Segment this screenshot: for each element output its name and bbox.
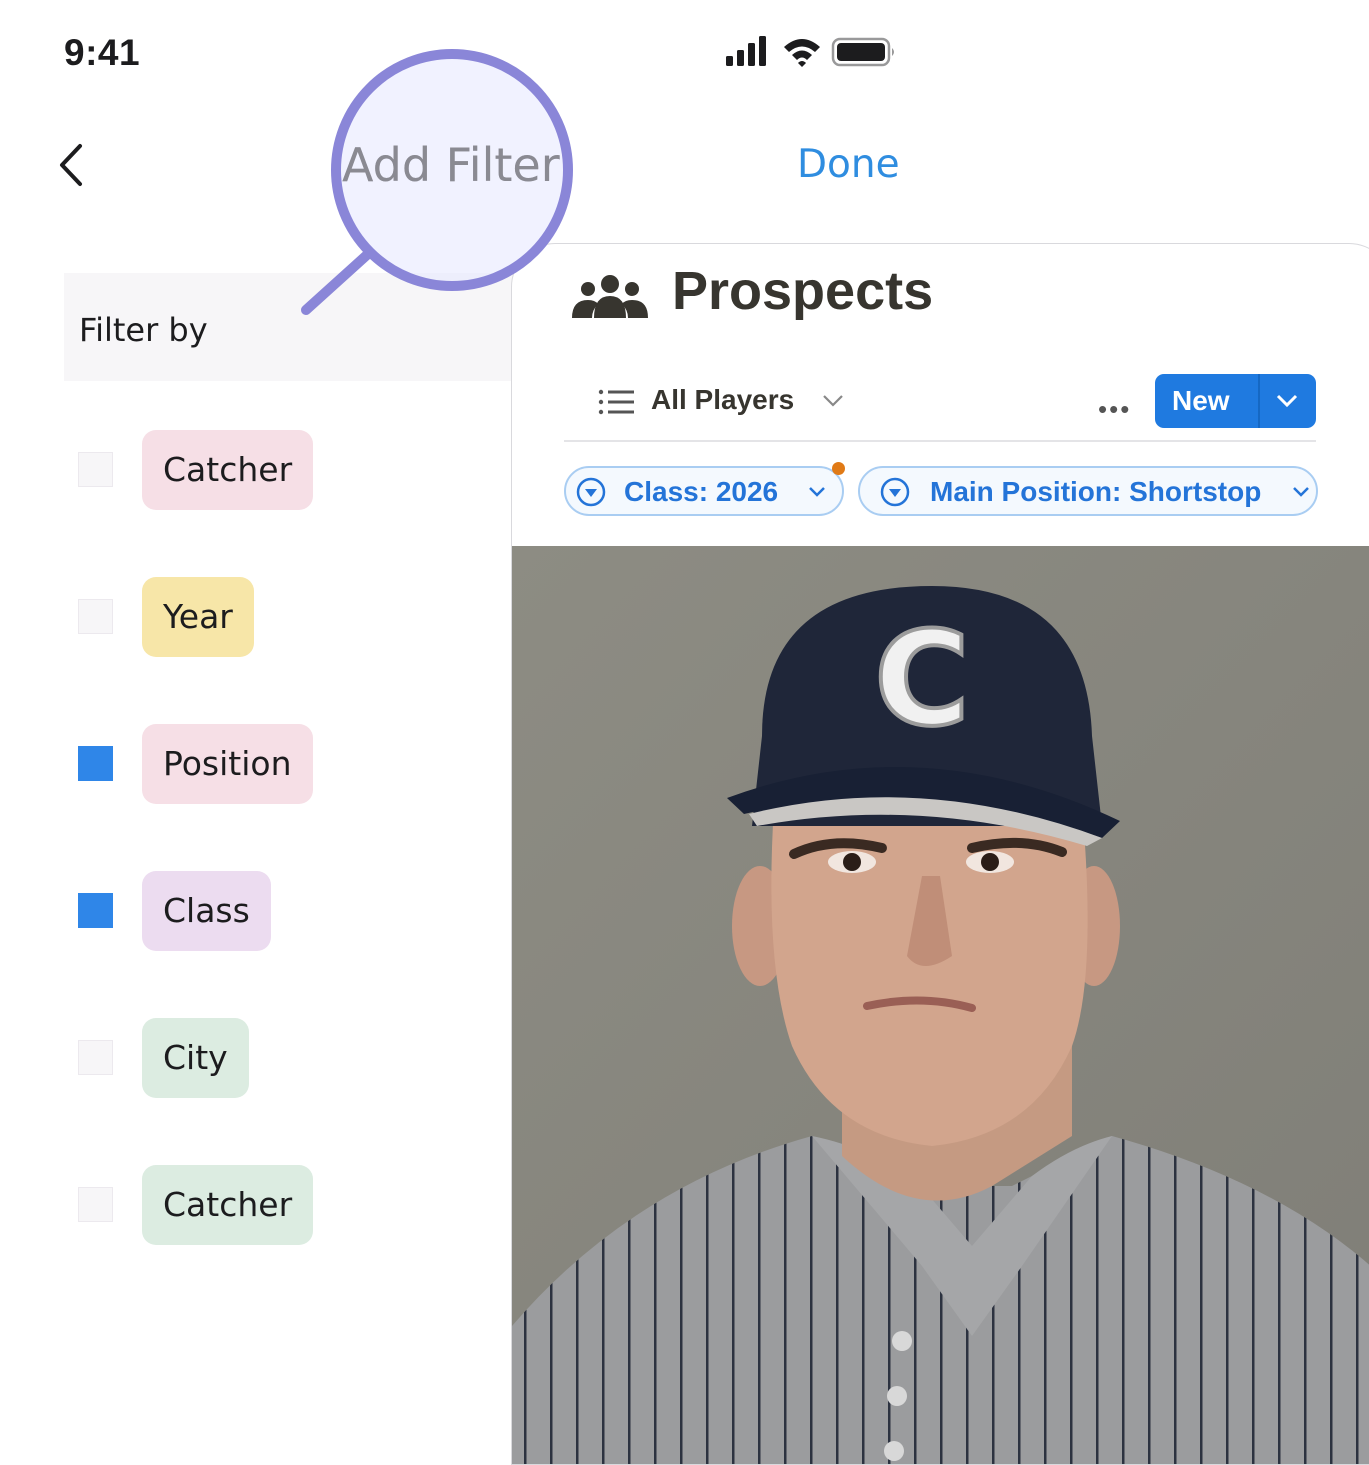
filter-tag: Class (142, 871, 271, 951)
new-button[interactable]: New (1155, 374, 1316, 428)
view-selector[interactable]: All Players (651, 384, 794, 416)
wifi-icon (784, 39, 820, 67)
cap-logo-letter: C (874, 603, 969, 755)
more-horizontal-icon[interactable]: ••• (1098, 394, 1131, 425)
page-title-magnified: Add Filter (342, 138, 560, 192)
filter-chip-main-position[interactable]: Main Position: Shortstop (858, 466, 1318, 516)
filter-checkbox[interactable] (78, 1040, 113, 1075)
new-button-label: New (1172, 385, 1230, 416)
filter-tag: Catcher (142, 1165, 314, 1245)
filter-checkbox[interactable] (78, 452, 113, 487)
chevron-down-icon[interactable] (1276, 394, 1298, 408)
chevron-down-icon (809, 487, 825, 497)
chevron-down-icon (1293, 487, 1309, 497)
database-title: Prospects (672, 261, 934, 321)
status-icons (726, 36, 894, 67)
filter-by-label: Filter by (79, 311, 208, 349)
battery-icon (831, 37, 894, 67)
filter-chip-label: Main Position: Shortstop (930, 476, 1262, 507)
filter-tag: City (142, 1018, 249, 1098)
filter-checkbox[interactable] (78, 893, 113, 928)
player-photo: C (512, 546, 1369, 1464)
signal-icon (726, 36, 766, 66)
status-time: 9:41 (64, 32, 141, 73)
filter-chip-class[interactable]: Class: 2026 (564, 466, 844, 516)
new-button-divider (1258, 374, 1260, 428)
filter-checkbox[interactable] (78, 746, 113, 781)
list-icon (598, 389, 634, 415)
filter-circle-icon (880, 477, 910, 507)
people-group-icon (572, 275, 648, 318)
filter-modified-dot (832, 462, 845, 475)
chevron-down-icon[interactable] (822, 394, 844, 408)
filter-circle-icon (576, 477, 606, 507)
filter-checkbox[interactable] (78, 599, 113, 634)
filter-checkbox[interactable] (78, 1187, 113, 1222)
filter-tag: Position (142, 724, 313, 804)
filter-tag: Catcher (142, 430, 314, 510)
prospects-preview-card: Prospects All Players ••• New Class: 202… (511, 243, 1369, 1465)
toolbar-divider (564, 440, 1316, 442)
filter-chip-label: Class: 2026 (624, 476, 779, 507)
chevron-left-icon[interactable] (52, 140, 92, 190)
done-button[interactable]: Done (797, 142, 900, 187)
filter-tag: Year (142, 577, 254, 657)
